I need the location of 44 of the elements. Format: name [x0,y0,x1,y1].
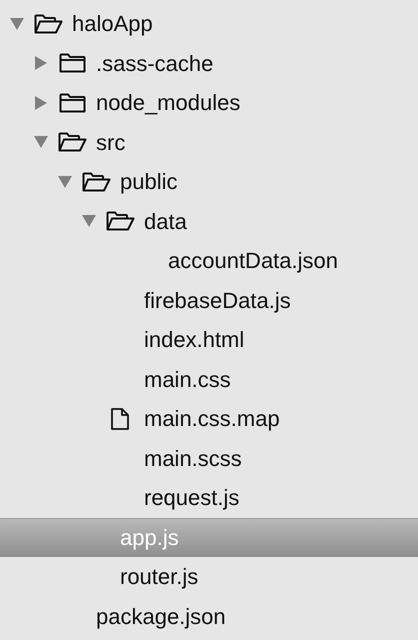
expanded-arrow-icon[interactable] [10,18,24,30]
file-icon [111,408,129,430]
tree-row[interactable]: node_modules [0,83,418,122]
file-name: firebaseData.js [144,286,291,315]
expanded-arrow-icon[interactable] [58,176,72,188]
file-name: router.js [120,563,198,592]
file-name: haloApp [72,10,153,38]
open-folder-icon [34,14,62,34]
file-name: main.scss [144,444,242,473]
tree-row[interactable]: main.css [0,360,418,399]
file-name: .sass-cache [96,50,214,78]
tree-row[interactable]: main.scss [0,438,418,478]
file-name: node_modules [96,89,240,118]
tree-row[interactable]: .sass-cache [0,44,418,83]
tree-row[interactable]: request.js [0,478,418,518]
folder-icon [58,53,86,74]
file-name: package.json [96,602,226,631]
tree-row[interactable]: firebaseData.js [0,280,418,320]
expanded-arrow-icon[interactable] [82,215,96,228]
file-name: src [96,128,126,157]
tree-row[interactable]: accountData.json [0,241,418,280]
tree-row[interactable]: src [0,122,418,162]
file-name: data [144,208,187,236]
expanded-arrow-icon[interactable] [34,136,48,148]
open-folder-icon [106,211,134,232]
open-folder-icon [82,172,110,192]
folder-icon [58,92,86,113]
tree-row[interactable]: router.js [0,557,418,596]
tree-row[interactable]: main.css.map [0,399,418,438]
tree-row[interactable]: package.json [0,596,418,636]
tree-row[interactable]: data [0,202,418,241]
tree-row[interactable]: public [0,162,418,202]
file-name: main.css [144,366,231,394]
collapsed-arrow-icon[interactable] [35,56,47,70]
file-name: app.js [120,524,179,552]
file-name: main.css.map [144,405,280,434]
file-name: public [120,168,178,196]
file-name: index.html [144,326,244,354]
file-name: accountData.json [168,247,338,276]
collapsed-arrow-icon[interactable] [35,96,47,110]
tree-row[interactable]: index.html [0,320,418,360]
file-name: request.js [144,484,240,512]
tree-row[interactable]: haloApp [0,4,418,44]
open-folder-icon [58,132,86,152]
